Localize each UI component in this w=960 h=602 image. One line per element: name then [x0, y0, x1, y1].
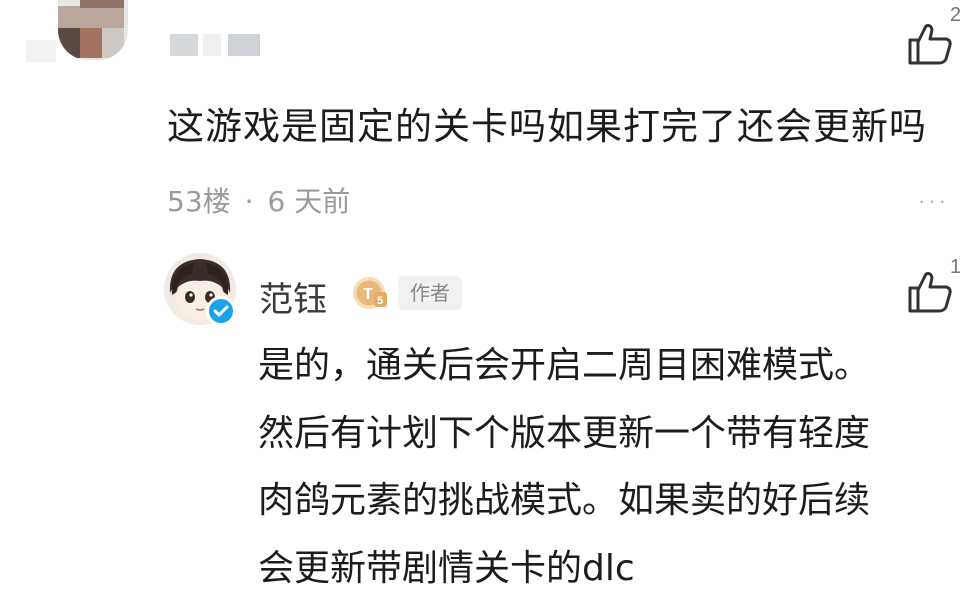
author-name[interactable]: 范钰: [259, 272, 327, 321]
blurred-username-fragment: [228, 34, 260, 56]
timestamp: 6 天前: [267, 185, 351, 218]
svg-text:T: T: [363, 286, 373, 303]
level-badge-icon: T 5: [353, 277, 387, 309]
floor-number: 53楼: [167, 185, 231, 218]
reply-line: 然后有计划下个版本更新一个带有轻度: [258, 412, 871, 454]
commenter-avatar[interactable]: [58, 0, 128, 60]
like-count: 1: [950, 256, 960, 278]
more-options-button[interactable]: ···: [918, 188, 949, 214]
comment-text: 这游戏是固定的关卡吗如果打完了还会更新吗: [167, 105, 927, 148]
like-count: 2: [950, 4, 960, 26]
svg-text:5: 5: [377, 295, 383, 307]
reply-line: 是的，通关后会开启二周目困难模式。: [258, 345, 871, 386]
blurred-username[interactable]: [170, 34, 198, 56]
meta-separator: ·: [244, 185, 254, 218]
reply-line: 肉鸽元素的挑战模式。如果卖的好后续: [258, 480, 871, 521]
blurred-username-fragment: [203, 34, 221, 56]
verified-check-icon: [206, 296, 236, 326]
author-tag-badge: 作者: [398, 276, 462, 310]
thumbs-up-icon[interactable]: [906, 270, 954, 314]
reply-line: 会更新带剧情关卡的dlc: [258, 547, 635, 589]
blurred-username-fragment: [26, 40, 56, 62]
reply-text: 是的，通关后会开启二周目困难模式。 然后有计划下个版本更新一个带有轻度 肉鸽元素…: [258, 332, 948, 602]
thumbs-up-icon[interactable]: [906, 22, 954, 66]
comment-meta: 53楼 · 6 天前: [167, 180, 350, 220]
